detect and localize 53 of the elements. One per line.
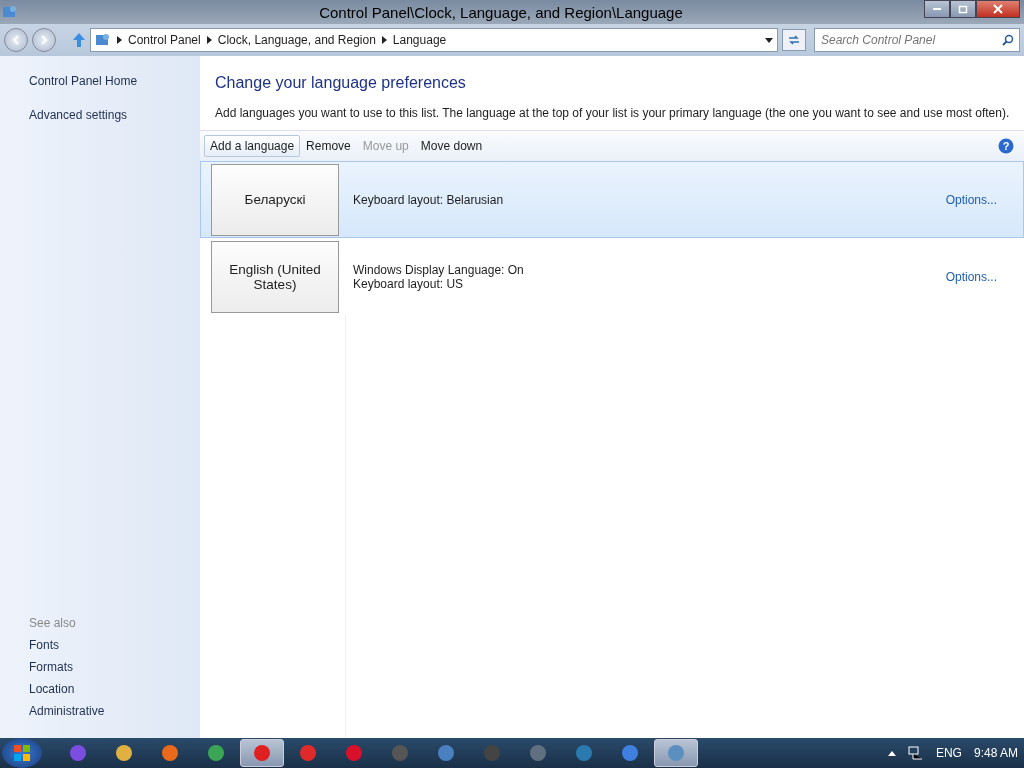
sidebar-link[interactable]: Advanced settings xyxy=(29,108,200,122)
see-also-link[interactable]: Formats xyxy=(29,660,200,674)
language-detail: Keyboard layout: US xyxy=(353,276,464,291)
back-button[interactable] xyxy=(4,28,28,52)
chevron-icon xyxy=(381,36,387,44)
up-triangle-icon[interactable] xyxy=(887,750,896,756)
options-link[interactable]: Options... xyxy=(945,192,997,207)
sidebar-link[interactable]: Control Panel Home xyxy=(29,74,200,88)
description-text: Add languages you want to use to this list. The language at the top of your list is your primary language (the one you want to see and use most often). xyxy=(215,106,1011,120)
control-panel-icon xyxy=(95,32,111,48)
taskbar-app-button[interactable] xyxy=(240,739,284,767)
window-title: Control Panel\Clock, Language, and Region\Language xyxy=(318,3,684,21)
see-also-link[interactable]: Fonts xyxy=(29,638,200,652)
breadcrumb[interactable]: Clock, Language, and Region xyxy=(217,33,376,47)
network-icon[interactable] xyxy=(907,746,924,760)
language-row[interactable]: English (United States) Windows Display Language: On Keyboard layout: US Options... xyxy=(200,238,1024,315)
help-icon[interactable]: ? xyxy=(998,138,1014,154)
address-bar[interactable]: Control Panel Clock, Language, and Region Language xyxy=(90,28,778,52)
see-also-heading: See also xyxy=(29,616,77,630)
clock[interactable]: 9:48 AM xyxy=(973,746,1018,760)
dropdown-arrow-icon[interactable] xyxy=(765,37,773,43)
chevron-icon xyxy=(206,36,212,44)
breadcrumb[interactable]: Control Panel xyxy=(128,33,201,47)
forward-button[interactable] xyxy=(32,28,56,52)
input-language-indicator[interactable]: ENG xyxy=(935,746,962,760)
minimize-icon xyxy=(933,8,941,10)
close-icon xyxy=(993,4,1003,14)
start-button[interactable] xyxy=(2,738,42,768)
toolbar-button[interactable]: Move down xyxy=(414,135,489,157)
see-also-link[interactable]: Location xyxy=(29,682,200,696)
see-also-link[interactable]: Administrative xyxy=(29,704,200,718)
search-icon xyxy=(1002,34,1014,46)
refresh-arrows-icon xyxy=(787,34,801,46)
language-row[interactable]: Беларускі Keyboard layout: Belarusian Options... xyxy=(200,161,1024,238)
options-link[interactable]: Options... xyxy=(945,269,997,284)
language-detail: Windows Display Language: On xyxy=(353,262,525,277)
control-panel-icon xyxy=(2,4,18,20)
toolbar-button[interactable]: Remove xyxy=(300,135,357,157)
minimize-button[interactable] xyxy=(924,0,950,18)
restore-button[interactable] xyxy=(950,0,976,18)
four-squares-logo-icon xyxy=(11,742,33,764)
restore-icon xyxy=(958,4,968,14)
language-tile: Беларускі xyxy=(211,163,339,236)
toolbar-button[interactable]: Add a language xyxy=(204,135,301,157)
refresh-button[interactable] xyxy=(782,29,806,51)
language-tile: English (United States) xyxy=(211,240,339,313)
close-button[interactable] xyxy=(976,0,1020,18)
language-detail: Keyboard layout: Belarusian xyxy=(353,192,505,207)
breadcrumb[interactable]: Language xyxy=(392,33,447,47)
chevron-icon xyxy=(117,36,122,44)
up-arrow-icon[interactable] xyxy=(72,32,86,48)
search-field[interactable]: Search Control Panel xyxy=(814,28,1020,52)
page-heading: Change your language preferences xyxy=(215,74,467,92)
